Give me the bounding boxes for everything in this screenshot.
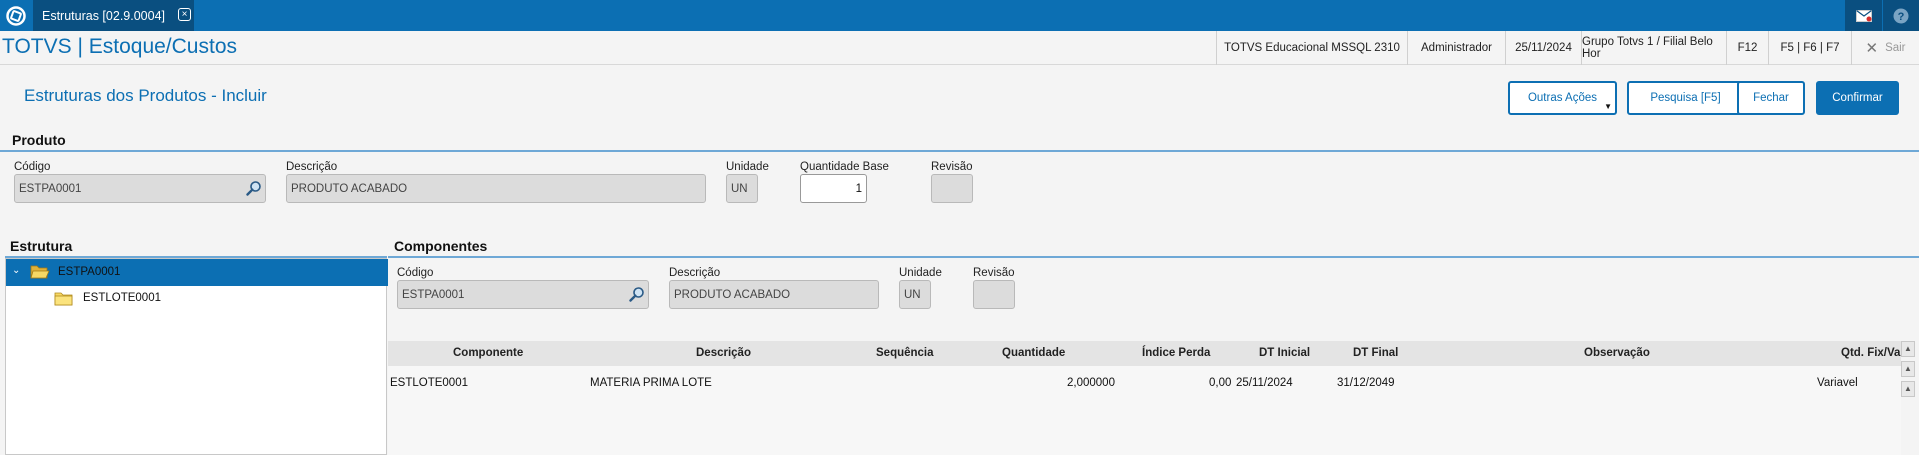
branch-info[interactable]: Grupo Totvs 1 / Filial Belo Hor bbox=[1581, 31, 1726, 65]
help-icon: ? bbox=[1893, 8, 1909, 23]
produto-codigo-field[interactable]: ESTPA0001 bbox=[14, 174, 266, 203]
produto-codigo-value: ESTPA0001 bbox=[19, 182, 82, 195]
shortcuts-button[interactable]: F5 | F6 | F7 bbox=[1768, 31, 1851, 65]
search-icon[interactable] bbox=[629, 286, 645, 302]
chevron-down-icon[interactable]: ⌄ bbox=[12, 265, 20, 276]
help-button[interactable]: ? bbox=[1883, 0, 1919, 31]
componentes-divider bbox=[388, 256, 1919, 258]
col-indice-perda[interactable]: Índice Perda bbox=[1142, 347, 1210, 359]
f12-button[interactable]: F12 bbox=[1726, 31, 1768, 65]
comp-descricao-label: Descrição bbox=[669, 267, 721, 279]
scroll-up-icon[interactable]: ▲ bbox=[1901, 361, 1915, 377]
col-quantidade[interactable]: Quantidade bbox=[1002, 347, 1065, 359]
tree-node-child[interactable]: ESTLOTE0001 bbox=[6, 286, 388, 312]
col-dt-inicial[interactable]: DT Inicial bbox=[1259, 347, 1310, 359]
other-actions-label: Outras Ações bbox=[1527, 92, 1598, 104]
produto-descricao-field[interactable]: PRODUTO ACABADO bbox=[286, 174, 706, 203]
comp-unidade-label: Unidade bbox=[899, 267, 942, 279]
produto-revisao-label: Revisão bbox=[931, 161, 973, 173]
cell-dt-final: 31/12/2049 bbox=[1337, 377, 1395, 389]
tree-child-label: ESTLOTE0001 bbox=[83, 292, 161, 304]
page-title: Estruturas dos Produtos - Incluir bbox=[24, 86, 267, 105]
tab-close-icon[interactable]: × bbox=[178, 8, 191, 21]
quantidade-base-input[interactable]: 1 bbox=[800, 174, 867, 203]
caret-down-icon: ▼ bbox=[1604, 102, 1612, 111]
comp-codigo-field[interactable]: ESTPA0001 bbox=[397, 280, 649, 309]
produto-descricao-label: Descrição bbox=[286, 161, 338, 173]
tree-root-label: ESTPA0001 bbox=[58, 266, 121, 278]
cell-qtd-fix-var: Variavel bbox=[1817, 377, 1858, 389]
top-tab-bar: Estruturas [02.9.0004] × ? bbox=[0, 0, 1919, 31]
tab-label: Estruturas [02.9.0004] bbox=[42, 8, 165, 23]
grid-body: ESTLOTE0001 MATERIA PRIMA LOTE 2,000000 … bbox=[388, 366, 1901, 455]
user-info[interactable]: Administrador bbox=[1407, 31, 1505, 65]
table-row[interactable]: ESTLOTE0001 MATERIA PRIMA LOTE 2,000000 … bbox=[388, 366, 1901, 396]
quantidade-base-label: Quantidade Base bbox=[800, 161, 889, 173]
svg-text:?: ? bbox=[1898, 11, 1905, 23]
search-icon[interactable] bbox=[246, 180, 262, 196]
produto-unidade-label: Unidade bbox=[726, 161, 769, 173]
col-observacao[interactable]: Observação bbox=[1584, 347, 1650, 359]
cell-indice-perda: 0,00 bbox=[1209, 377, 1232, 389]
scroll-down-icon[interactable]: ▲ bbox=[1901, 381, 1915, 397]
mail-button[interactable] bbox=[1845, 0, 1882, 31]
estrutura-section-title: Estrutura bbox=[10, 238, 73, 254]
comp-revisao-label: Revisão bbox=[973, 267, 1015, 279]
cell-quantidade: 2,000000 bbox=[1067, 377, 1115, 389]
col-qtd-fix-var[interactable]: Qtd. Fix/Va bbox=[1841, 347, 1901, 359]
open-folder-icon bbox=[30, 265, 50, 279]
app-title: TOTVS | Estoque/Custos bbox=[2, 35, 237, 58]
cell-componente: ESTLOTE0001 bbox=[390, 377, 468, 389]
other-actions-button[interactable]: Outras Ações ▼ bbox=[1508, 81, 1617, 115]
environment-info[interactable]: TOTVS Educacional MSSQL 2310 bbox=[1216, 31, 1407, 65]
produto-codigo-label: Código bbox=[14, 161, 51, 173]
home-button[interactable] bbox=[0, 0, 31, 31]
comp-revisao-field[interactable] bbox=[973, 280, 1015, 309]
date-info[interactable]: 25/11/2024 bbox=[1505, 31, 1581, 65]
grid-header: Componente Descrição Sequência Quantidad… bbox=[388, 341, 1901, 366]
tree-node-root[interactable]: ⌄ ESTPA0001 bbox=[6, 259, 388, 286]
header-bar: TOTVS | Estoque/Custos TOTVS Educacional… bbox=[0, 31, 1919, 65]
col-sequencia[interactable]: Sequência bbox=[876, 347, 934, 359]
comp-codigo-value: ESTPA0001 bbox=[402, 288, 465, 301]
grid-scrollbar[interactable]: ▲ ▲ ▲ bbox=[1901, 341, 1917, 401]
produto-divider bbox=[0, 150, 1919, 152]
comp-codigo-label: Código bbox=[397, 267, 434, 279]
exit-label: Sair bbox=[1885, 42, 1906, 54]
folder-icon bbox=[54, 292, 73, 306]
totvs-logo-icon bbox=[5, 5, 26, 26]
componentes-section-title: Componentes bbox=[394, 238, 488, 254]
exit-button[interactable]: ✕ Sair bbox=[1851, 31, 1919, 65]
tab-estruturas[interactable]: Estruturas [02.9.0004] bbox=[33, 0, 194, 31]
cell-dt-inicial: 25/11/2024 bbox=[1236, 377, 1293, 389]
cell-descricao: MATERIA PRIMA LOTE bbox=[590, 377, 712, 389]
produto-section-title: Produto bbox=[12, 132, 66, 148]
col-dt-final[interactable]: DT Final bbox=[1353, 347, 1398, 359]
scroll-top-icon[interactable]: ▲ bbox=[1901, 341, 1915, 357]
produto-revisao-field[interactable] bbox=[931, 174, 973, 203]
comp-descricao-field[interactable]: PRODUTO ACABADO bbox=[669, 280, 879, 309]
close-button[interactable]: Fechar bbox=[1737, 81, 1805, 115]
estrutura-tree: ⌄ ESTPA0001 ESTLOTE0001 bbox=[5, 258, 388, 455]
produto-unidade-field[interactable]: UN bbox=[726, 174, 758, 203]
close-icon: ✕ bbox=[1865, 40, 1879, 57]
col-componente[interactable]: Componente bbox=[453, 347, 523, 359]
mail-icon bbox=[1855, 9, 1872, 22]
col-descricao[interactable]: Descrição bbox=[696, 347, 751, 359]
search-f5-button[interactable]: Pesquisa [F5] bbox=[1627, 81, 1744, 115]
confirm-button[interactable]: Confirmar bbox=[1816, 81, 1899, 115]
comp-unidade-field[interactable]: UN bbox=[899, 280, 931, 309]
